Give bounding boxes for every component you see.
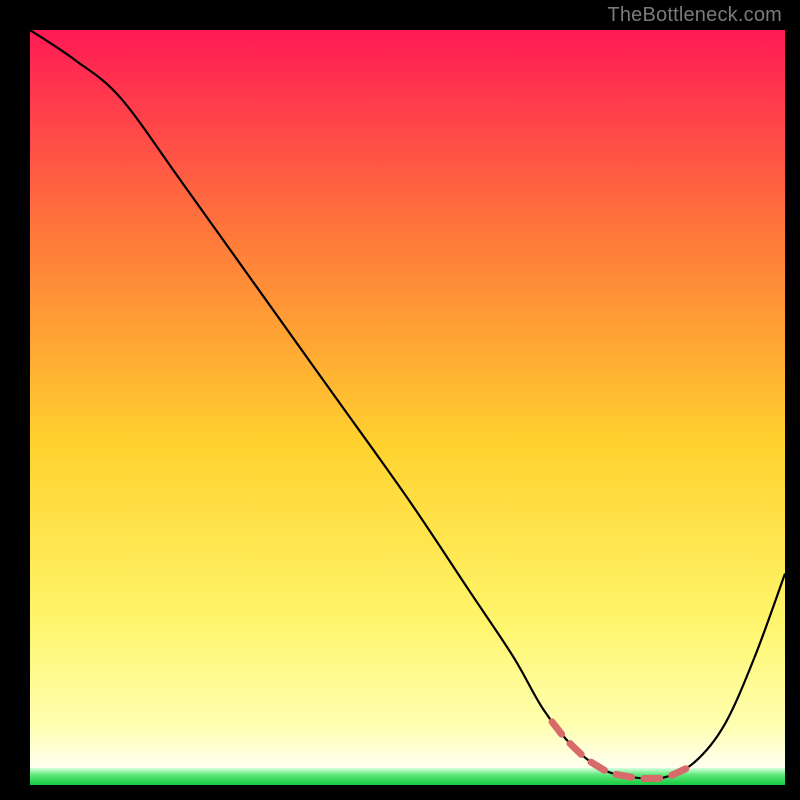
optimal-zone-dash (552, 722, 562, 734)
optimal-zone-dash (570, 744, 581, 755)
plot-area (30, 30, 785, 785)
optimal-zone-dash (616, 774, 631, 777)
optimal-zone-dash (591, 762, 604, 770)
bottleneck-curve (30, 30, 785, 785)
optimal-zone-dash (672, 769, 686, 776)
attribution-text: TheBottleneck.com (607, 4, 782, 27)
